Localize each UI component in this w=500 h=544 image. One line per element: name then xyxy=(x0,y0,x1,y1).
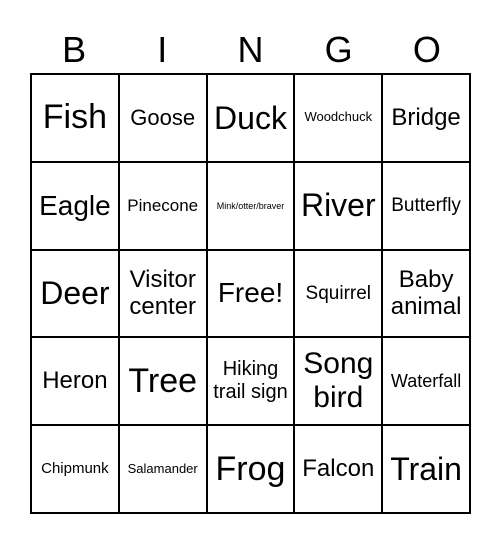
cell-label: Woodchuck xyxy=(304,109,373,125)
bingo-cell[interactable]: Tree xyxy=(118,337,207,426)
bingo-cell[interactable]: Woodchuck xyxy=(294,74,383,162)
cell-label: Tree xyxy=(128,361,198,400)
bingo-cell[interactable]: Heron xyxy=(31,337,119,426)
bingo-cell[interactable]: Fish xyxy=(31,74,119,162)
header-letter-o: O xyxy=(412,29,441,70)
cell-label: Visitor center xyxy=(129,265,197,321)
bingo-cell[interactable]: Goose xyxy=(118,74,207,162)
bingo-header: BINGO xyxy=(30,26,471,74)
bingo-cell[interactable]: Free! xyxy=(206,249,295,338)
bingo-cell[interactable]: Baby animal xyxy=(382,249,470,338)
cell-label: Chipmunk xyxy=(41,460,109,478)
bingo-cell[interactable]: Pinecone xyxy=(118,161,207,250)
bingo-cell[interactable]: Salamander xyxy=(118,425,207,513)
header-letter-i: I xyxy=(157,29,168,70)
cell-label: Duck xyxy=(214,99,287,136)
bingo-cell[interactable]: Squirrel xyxy=(294,249,383,338)
cell-label: Deer xyxy=(40,275,110,312)
bingo-cell[interactable]: Falcon xyxy=(294,425,383,513)
cell-label: Mink/otter/braver xyxy=(216,200,285,211)
bingo-cell[interactable]: Visitor center xyxy=(118,249,207,338)
cell-label: Frog xyxy=(215,449,286,488)
bingo-cell[interactable]: Train xyxy=(382,425,470,513)
cell-label: Bridge xyxy=(391,104,461,132)
cell-label: Waterfall xyxy=(390,370,462,391)
cell-label: Train xyxy=(390,450,462,487)
cell-label: Hiking trail sign xyxy=(213,358,288,404)
cell-label: Squirrel xyxy=(305,282,372,304)
bingo-cell[interactable]: Song bird xyxy=(294,337,383,426)
cell-label: Pinecone xyxy=(127,195,199,215)
header-letter-b: B xyxy=(62,29,87,70)
cell-label: Fish xyxy=(42,98,108,137)
cell-label: Free! xyxy=(217,277,284,309)
header-letter-g: G xyxy=(324,29,353,70)
bingo-grid: Fish Goose Duck Woodchuck Bridge Eagle Pinecon… xyxy=(30,73,471,514)
bingo-cell[interactable]: Hiking trail sign xyxy=(206,337,295,426)
bingo-cell[interactable]: Waterfall xyxy=(382,337,470,426)
bingo-cell[interactable]: Eagle xyxy=(31,161,119,250)
header-letter-n: N xyxy=(237,29,264,70)
cell-label: Heron xyxy=(42,367,108,395)
cell-label: Salamander xyxy=(127,460,198,476)
bingo-cell[interactable]: Butterfly xyxy=(382,161,470,250)
bingo-cell[interactable]: Mink/otter/braver xyxy=(206,161,295,250)
bingo-cell[interactable]: Duck xyxy=(206,74,295,162)
bingo-cell[interactable]: Frog xyxy=(206,425,295,513)
bingo-cell[interactable]: Chipmunk xyxy=(31,425,119,513)
cell-label: River xyxy=(300,187,376,224)
cell-label: Baby animal xyxy=(390,265,462,321)
bingo-cell[interactable]: Deer xyxy=(31,249,119,338)
cell-label: Eagle xyxy=(39,189,111,221)
cell-label: Song bird xyxy=(303,346,374,415)
cell-label: Butterfly xyxy=(391,194,461,216)
cell-label: Falcon xyxy=(302,455,375,483)
cell-label: Goose xyxy=(130,105,196,131)
bingo-cell[interactable]: River xyxy=(294,161,383,250)
bingo-cell[interactable]: Bridge xyxy=(382,74,470,162)
